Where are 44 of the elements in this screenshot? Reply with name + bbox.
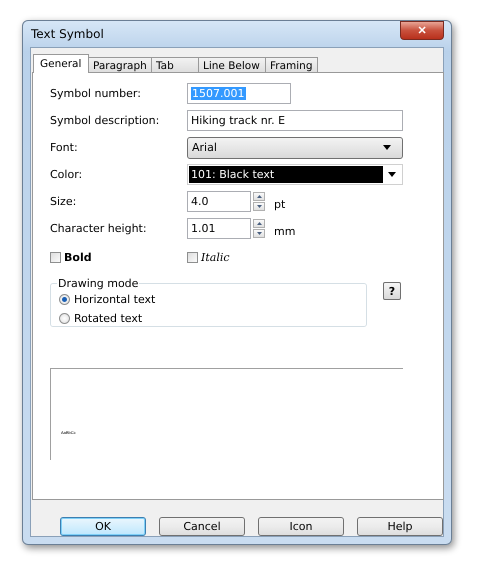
spin-down-button[interactable]: [253, 202, 265, 211]
dropdown[interactable]: Arial: [187, 136, 403, 158]
radio-label: Rotated text: [74, 312, 142, 325]
color-dropdown[interactable]: 101: Black text: [187, 164, 403, 185]
group-title: Drawing mode: [57, 277, 140, 290]
close-button[interactable]: ✕: [400, 20, 444, 40]
dialog-button[interactable]: Help: [357, 517, 443, 536]
field-label: Symbol description:: [50, 114, 160, 127]
field-label: Character height:: [50, 222, 148, 235]
help-button[interactable]: ?: [383, 282, 401, 300]
dialog-button[interactable]: Cancel: [159, 517, 245, 536]
unit-label: mm: [274, 225, 296, 238]
caret-icon: [388, 172, 396, 177]
dialog-button[interactable]: Icon: [258, 517, 344, 536]
field-label: Symbol number:: [50, 87, 142, 100]
checkbox-label: Bold: [64, 250, 92, 264]
window-title: Text Symbol: [30, 27, 104, 41]
input-field[interactable]: 1.01: [187, 218, 251, 239]
down-arrow-icon: [256, 205, 262, 208]
tab[interactable]: Framing: [265, 57, 318, 73]
tab[interactable]: Paragraph: [88, 57, 152, 73]
spin-down-button[interactable]: [253, 229, 265, 238]
dialog-button[interactable]: OK: [60, 517, 146, 536]
field-label: Font:: [50, 141, 79, 154]
input-field[interactable]: 4.0: [187, 191, 251, 212]
input-field[interactable]: Hiking track nr. E: [187, 110, 403, 131]
radio-label: Horizontal text: [74, 293, 156, 306]
checkbox[interactable]: [50, 252, 61, 262]
field-label: Size:: [50, 195, 78, 208]
radio-button[interactable]: [59, 294, 70, 305]
spin-up-button[interactable]: [253, 219, 265, 228]
up-arrow-icon: [256, 195, 262, 198]
tab[interactable]: Line Below: [198, 57, 266, 73]
unit-label: pt: [274, 198, 286, 211]
spin-up-button[interactable]: [253, 192, 265, 201]
field-label: Color:: [50, 168, 84, 181]
down-arrow-icon: [256, 232, 262, 235]
up-arrow-icon: [256, 222, 262, 225]
checkbox-label: Italic: [201, 250, 230, 264]
tab[interactable]: General: [33, 54, 89, 73]
checkbox[interactable]: [187, 252, 198, 262]
radio-button[interactable]: [59, 313, 70, 324]
caret-icon: [383, 145, 391, 150]
tab[interactable]: Tab: [151, 57, 199, 73]
